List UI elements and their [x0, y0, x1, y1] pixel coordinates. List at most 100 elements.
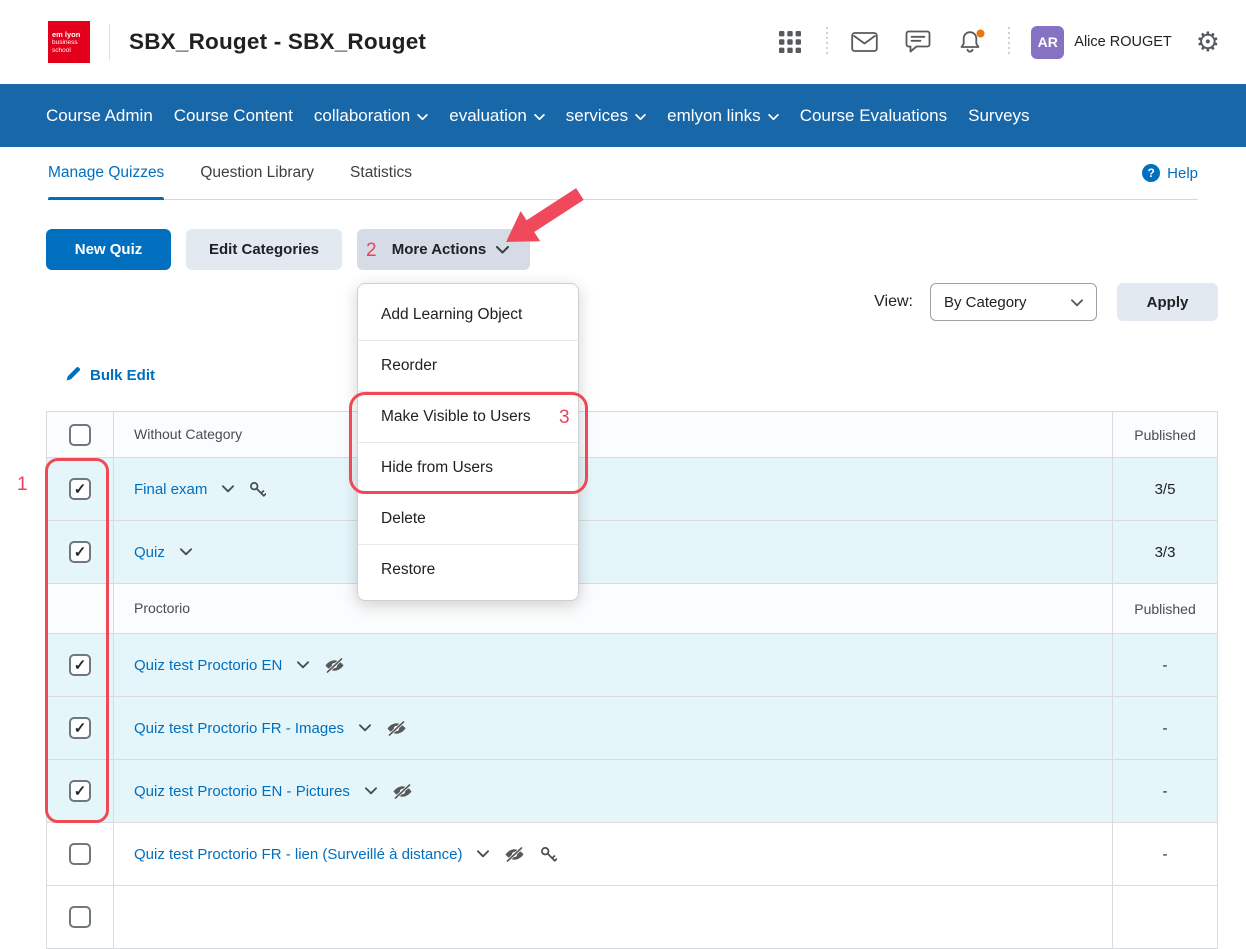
tab-manage-quizzes[interactable]: Manage Quizzes	[48, 147, 164, 199]
mail-icon[interactable]	[848, 26, 880, 58]
table-row: Quiz test Proctorio FR - lien (Surveillé…	[47, 823, 1218, 886]
quiz-link[interactable]: Quiz test Proctorio FR - lien (Surveillé…	[134, 846, 462, 863]
annotation-step-2: 2	[366, 240, 377, 262]
nav-item-label: Surveys	[968, 106, 1029, 126]
select-value: By Category	[944, 294, 1027, 311]
nav-item-evaluation[interactable]: evaluation	[449, 106, 545, 126]
nav-item-label: services	[566, 106, 628, 126]
avatar[interactable]: AR	[1031, 26, 1064, 59]
nav-item-course-admin[interactable]: Course Admin	[46, 106, 153, 126]
row-checkbox[interactable]	[69, 906, 91, 928]
eye-slash-icon	[386, 720, 407, 737]
published-value: -	[1163, 720, 1168, 737]
view-controls: View: By Category Apply	[46, 283, 1218, 321]
menu-item-restore[interactable]: Restore	[358, 544, 578, 595]
notification-dot	[977, 30, 985, 38]
chevron-down-icon[interactable]	[359, 724, 371, 732]
topbar-actions: AR Alice ROUGET ⚙	[763, 26, 1220, 59]
table-row: Quiz test Proctorio FR - Images -	[47, 697, 1218, 760]
eye-slash-icon	[392, 783, 413, 800]
divider	[826, 27, 828, 57]
published-value: 3/5	[1155, 481, 1176, 498]
tab-question-library[interactable]: Question Library	[200, 147, 314, 199]
logo-line: business	[52, 39, 90, 47]
quiz-link[interactable]: Quiz test Proctorio EN - Pictures	[134, 783, 350, 800]
apply-button[interactable]: Apply	[1117, 283, 1218, 321]
chevron-down-icon	[417, 106, 428, 126]
help-link[interactable]: ? Help	[1142, 147, 1198, 199]
table-row: Quiz test Proctorio EN - Pictures -	[47, 760, 1218, 823]
gear-icon[interactable]: ⚙	[1196, 29, 1220, 56]
chevron-down-icon	[496, 241, 509, 258]
chat-icon[interactable]	[902, 26, 934, 58]
tab-bar: Manage Quizzes Question Library Statisti…	[48, 147, 1198, 200]
menu-item-make-visible-to-users[interactable]: Make Visible to Users	[358, 391, 578, 442]
table-row: Quiz test Proctorio EN -	[47, 634, 1218, 697]
chevron-down-icon	[534, 106, 545, 126]
main-content: New Quiz Edit Categories More Actions Vi…	[0, 229, 1246, 949]
bulk-edit-label: Bulk Edit	[90, 367, 155, 384]
eye-slash-icon	[504, 846, 525, 863]
top-bar: em lyon business school SBX_Rouget - SBX…	[0, 0, 1246, 84]
logo-line: school	[52, 47, 90, 55]
published-header: Published	[1134, 601, 1196, 617]
published-value: -	[1163, 846, 1168, 863]
menu-item-hide-from-users[interactable]: Hide from Users	[358, 442, 578, 493]
quiz-table: Without Category Published Final exam 3/…	[46, 411, 1218, 949]
section-title: Without Category	[134, 426, 242, 442]
row-checkbox[interactable]	[69, 717, 91, 739]
table-row: Final exam 3/5	[47, 458, 1218, 521]
menu-item-add-learning-object[interactable]: Add Learning Object	[358, 289, 578, 340]
nav-item-label: evaluation	[449, 106, 527, 126]
nav-item-emlyon-links[interactable]: emlyon links	[667, 106, 779, 126]
section-title: Proctorio	[134, 600, 190, 616]
published-header: Published	[1134, 427, 1196, 443]
row-checkbox[interactable]	[69, 478, 91, 500]
table-section-header: Without Category Published	[47, 412, 1218, 458]
published-value: 3/3	[1155, 544, 1176, 561]
view-category-select[interactable]: By Category	[930, 283, 1097, 321]
nav-item-label: Course Content	[174, 106, 293, 126]
bulk-edit-link[interactable]: Bulk Edit	[65, 365, 155, 386]
annotation-step-1: 1	[17, 474, 28, 496]
row-checkbox[interactable]	[69, 843, 91, 865]
help-icon: ?	[1142, 164, 1160, 182]
chevron-down-icon[interactable]	[180, 548, 192, 556]
nav-item-course-content[interactable]: Course Content	[174, 106, 293, 126]
nav-item-course-evaluations[interactable]: Course Evaluations	[800, 106, 947, 126]
new-quiz-button[interactable]: New Quiz	[46, 229, 171, 270]
view-label: View:	[874, 293, 913, 311]
key-icon	[540, 846, 557, 863]
nav-item-services[interactable]: services	[566, 106, 646, 126]
key-icon	[249, 481, 266, 498]
logo-line: em lyon	[52, 30, 90, 39]
menu-item-reorder[interactable]: Reorder	[358, 340, 578, 391]
bell-icon[interactable]	[956, 26, 988, 58]
quiz-link[interactable]: Quiz test Proctorio EN	[134, 657, 282, 674]
nav-item-label: Course Admin	[46, 106, 153, 126]
more-actions-button[interactable]: More Actions	[357, 229, 530, 270]
row-checkbox[interactable]	[69, 654, 91, 676]
quiz-link[interactable]: Final exam	[134, 481, 207, 498]
chevron-down-icon[interactable]	[477, 850, 489, 858]
edit-categories-button[interactable]: Edit Categories	[186, 229, 342, 270]
chevron-down-icon[interactable]	[297, 661, 309, 669]
waffle-icon[interactable]	[774, 26, 806, 58]
nav-item-label: collaboration	[314, 106, 410, 126]
quiz-link[interactable]: Quiz test Proctorio FR - Images	[134, 720, 344, 737]
row-checkbox[interactable]	[69, 780, 91, 802]
chevron-down-icon[interactable]	[222, 485, 234, 493]
course-title: SBX_Rouget - SBX_Rouget	[129, 29, 426, 55]
nav-item-surveys[interactable]: Surveys	[968, 106, 1029, 126]
chevron-down-icon[interactable]	[365, 787, 377, 795]
table-row-partial	[47, 886, 1218, 949]
tab-statistics[interactable]: Statistics	[350, 147, 412, 199]
menu-item-delete[interactable]: Delete	[358, 493, 578, 544]
annotation-step-3: 3	[559, 407, 570, 429]
more-actions-menu: Add Learning Object Reorder Make Visible…	[357, 283, 579, 601]
nav-item-collaboration[interactable]: collaboration	[314, 106, 428, 126]
select-all-checkbox[interactable]	[69, 424, 91, 446]
row-checkbox[interactable]	[69, 541, 91, 563]
quiz-link[interactable]: Quiz	[134, 544, 165, 561]
table-section-header: Proctorio Published	[47, 584, 1218, 634]
